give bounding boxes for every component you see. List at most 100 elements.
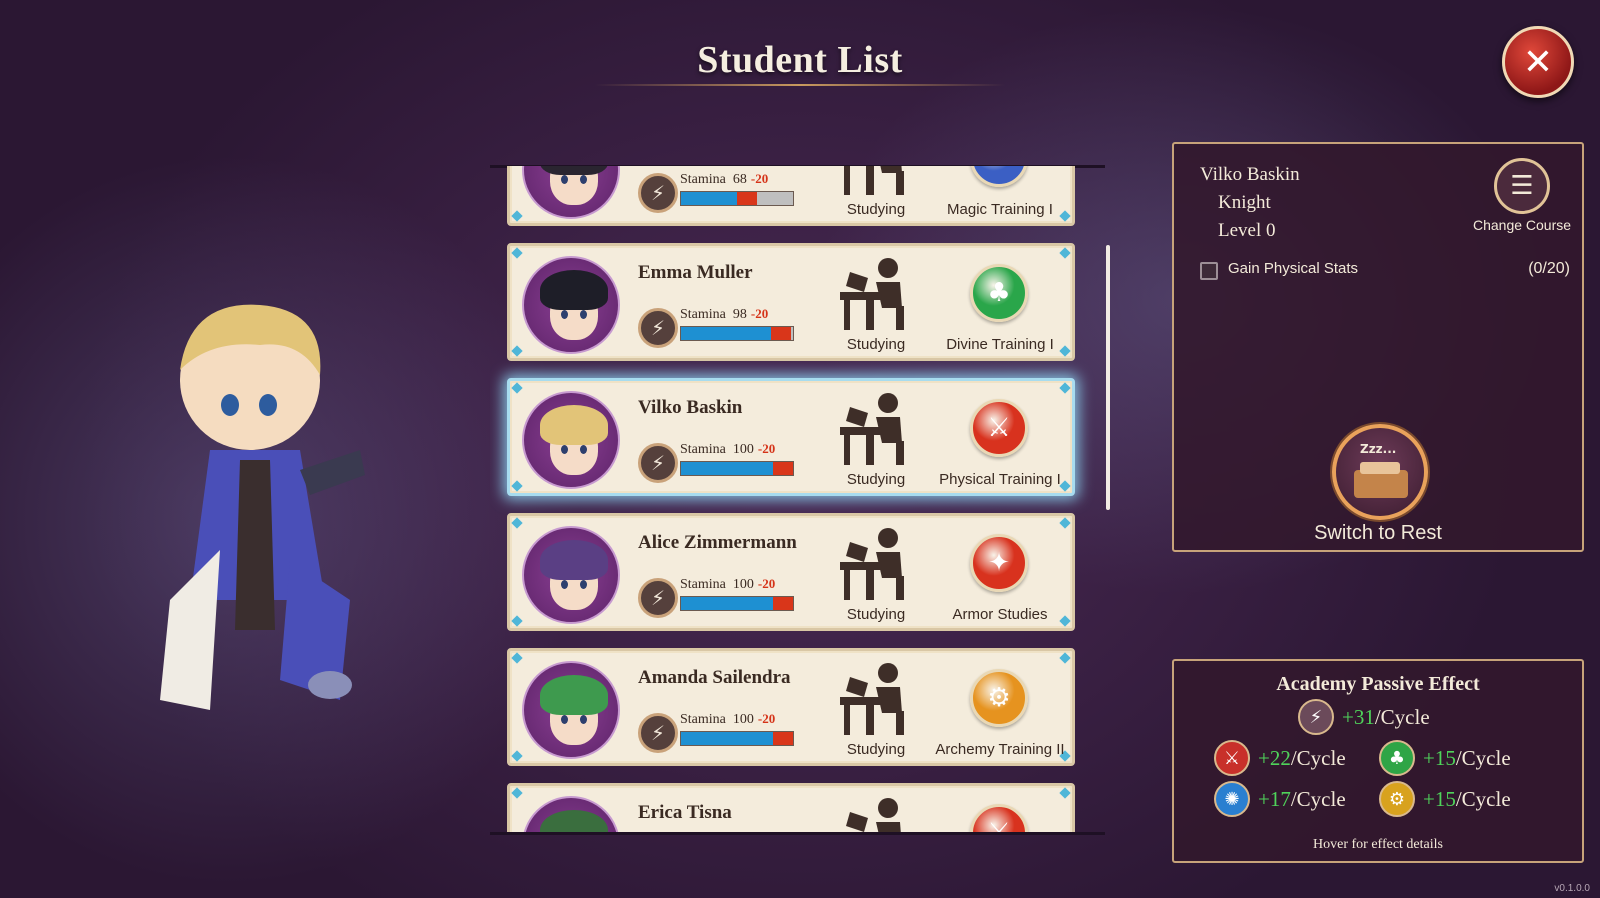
- title-divider: [595, 84, 1005, 86]
- close-icon: ✕: [1522, 41, 1554, 83]
- alchemy-icon: ⚙: [1379, 781, 1415, 817]
- stamina-bar-cost: [773, 732, 793, 745]
- stamina-bar-cost: [773, 462, 793, 475]
- academy-passive-panel[interactable]: Academy Passive Effect ⚡ +31/Cycle ⚔ +22…: [1172, 659, 1584, 863]
- stamina-bolt-icon: ⚡: [1298, 699, 1334, 735]
- stamina-bar-cost: [773, 597, 793, 610]
- stamina-bar: [680, 326, 794, 341]
- card-corner: [511, 382, 523, 394]
- gain-stats-checkbox[interactable]: [1200, 262, 1218, 280]
- divine-icon: ♣: [1379, 740, 1415, 776]
- card-corner: [511, 652, 523, 664]
- page-title: Student List: [697, 39, 903, 81]
- student-avatar: [522, 391, 620, 489]
- course-label: Armor Studies: [952, 606, 1048, 623]
- studying-icon: [840, 393, 904, 465]
- sword-icon: ⚔: [970, 399, 1028, 457]
- list-icon: ☰: [1510, 171, 1534, 201]
- change-course-button[interactable]: ☰: [1494, 158, 1550, 214]
- detail-level: Level 0: [1218, 220, 1276, 241]
- passive-effect-stamina: ⚡ +31/Cycle: [1298, 699, 1430, 735]
- card-corner: [511, 210, 523, 222]
- stamina-bar: [680, 731, 794, 746]
- detail-class: Knight: [1218, 192, 1271, 213]
- student-avatar: [522, 796, 620, 834]
- stamina-bolt-icon: ⚡: [638, 308, 678, 348]
- student-card[interactable]: Emma Muller ⚡ Stamina 98 -20 Studying ♣ Divine…: [507, 243, 1075, 361]
- course-label: Archemy Training II: [935, 741, 1065, 758]
- stamina-label: Stamina 100 -20: [680, 576, 776, 592]
- physical-icon: ⚔: [1214, 740, 1250, 776]
- gain-stats-count: (0/20): [1528, 260, 1570, 277]
- course-label: Magic Training I: [947, 201, 1053, 218]
- magic-icon: ✺: [1214, 781, 1250, 817]
- studying-icon: [844, 166, 904, 195]
- stamina-label: Stamina 100 -20: [680, 711, 776, 727]
- card-corner: [1059, 787, 1071, 799]
- course-label: Physical Training I: [939, 471, 1061, 488]
- sword-icon: ⚔: [970, 804, 1028, 834]
- card-corner: [511, 615, 523, 627]
- stamina-bolt-icon: ⚡: [638, 578, 678, 618]
- studying-icon: [840, 798, 901, 834]
- student-avatar: [522, 256, 620, 354]
- student-name: Amanda Sailendra: [638, 667, 791, 688]
- version-label: v0.1.0.0: [1554, 883, 1590, 894]
- student-card[interactable]: Vilko Baskin ⚡ Stamina 100 -20 Studying ⚔ Phys…: [507, 378, 1075, 496]
- card-corner: [1059, 247, 1071, 259]
- gain-stats-label: Gain Physical Stats: [1228, 260, 1359, 277]
- stamina-label: Stamina 98 -20: [680, 306, 769, 322]
- status-label: Studying: [846, 606, 906, 623]
- card-corner: [511, 247, 523, 259]
- character-portrait: [160, 304, 365, 710]
- studying-icon: [840, 258, 904, 330]
- card-corner: [511, 345, 523, 357]
- student-card[interactable]: Amanda Sailendra ⚡ Stamina 100 -20 Studying ⚙…: [507, 648, 1075, 766]
- student-name: Vilko Baskin: [638, 397, 743, 418]
- card-corner: [511, 787, 523, 799]
- student-avatar: [522, 166, 620, 219]
- stamina-bar-cost: [771, 327, 791, 340]
- studying-icon: [840, 528, 904, 600]
- list-scrollbar[interactable]: [1106, 245, 1110, 510]
- student-name: Emma Muller: [638, 262, 753, 283]
- student-detail-panel: Vilko Baskin Knight Level 0 Gain Physica…: [1172, 142, 1584, 552]
- stamina-bolt-icon: ⚡: [638, 173, 678, 213]
- card-corner: [511, 480, 523, 492]
- stamina-label: Stamina 100 -20: [680, 441, 776, 457]
- sleep-zzz-text: Zzz...: [1360, 442, 1397, 456]
- student-name: Alice Zimmermann: [638, 532, 797, 553]
- status-label: Studying: [846, 336, 906, 353]
- gear-icon: ⚙: [970, 669, 1028, 727]
- shield-icon: ✦: [970, 534, 1028, 592]
- card-corner: [1059, 517, 1071, 529]
- bed-icon: [1354, 462, 1408, 498]
- clover-icon: ♣: [970, 264, 1028, 322]
- stamina-bar: [680, 596, 794, 611]
- magic-icon: ✺: [970, 166, 1028, 187]
- passive-effect-physical: ⚔ +22/Cycle: [1214, 740, 1346, 776]
- close-button[interactable]: ✕: [1502, 26, 1574, 98]
- student-card[interactable]: Erica Tisna ⚔: [507, 783, 1075, 834]
- course-label: Divine Training I: [946, 336, 1054, 353]
- stamina-bolt-icon: ⚡: [638, 443, 678, 483]
- student-avatar: [522, 526, 620, 624]
- list-bottom-border: [490, 832, 1105, 835]
- detail-name: Vilko Baskin: [1200, 164, 1300, 185]
- stamina-bar: [680, 461, 794, 476]
- switch-to-rest-button[interactable]: Zzz...: [1332, 424, 1428, 520]
- passive-hover-hint: Hover for effect details: [1313, 837, 1443, 852]
- passive-title: Academy Passive Effect: [1276, 673, 1480, 695]
- change-course-label: Change Course: [1472, 217, 1572, 233]
- student-card[interactable]: ⚡Stamina 68-20 Studying ✺ Magic Training I: [507, 166, 1075, 226]
- stamina-bar: [680, 191, 794, 206]
- student-card[interactable]: Alice Zimmermann ⚡ Stamina 100 -20 Studying ✦…: [507, 513, 1075, 631]
- card-corner: [511, 750, 523, 762]
- status-label: Studying: [846, 201, 906, 218]
- passive-effect-magic: ✺ +17/Cycle: [1214, 781, 1346, 817]
- stamina-bar-cost: [737, 192, 757, 205]
- studying-icon: [840, 663, 904, 735]
- student-list[interactable]: ⚡Stamina 68-20Studying✺Magic Training IE…: [490, 166, 1110, 834]
- status-label: Studying: [846, 471, 906, 488]
- student-avatar: [522, 661, 620, 759]
